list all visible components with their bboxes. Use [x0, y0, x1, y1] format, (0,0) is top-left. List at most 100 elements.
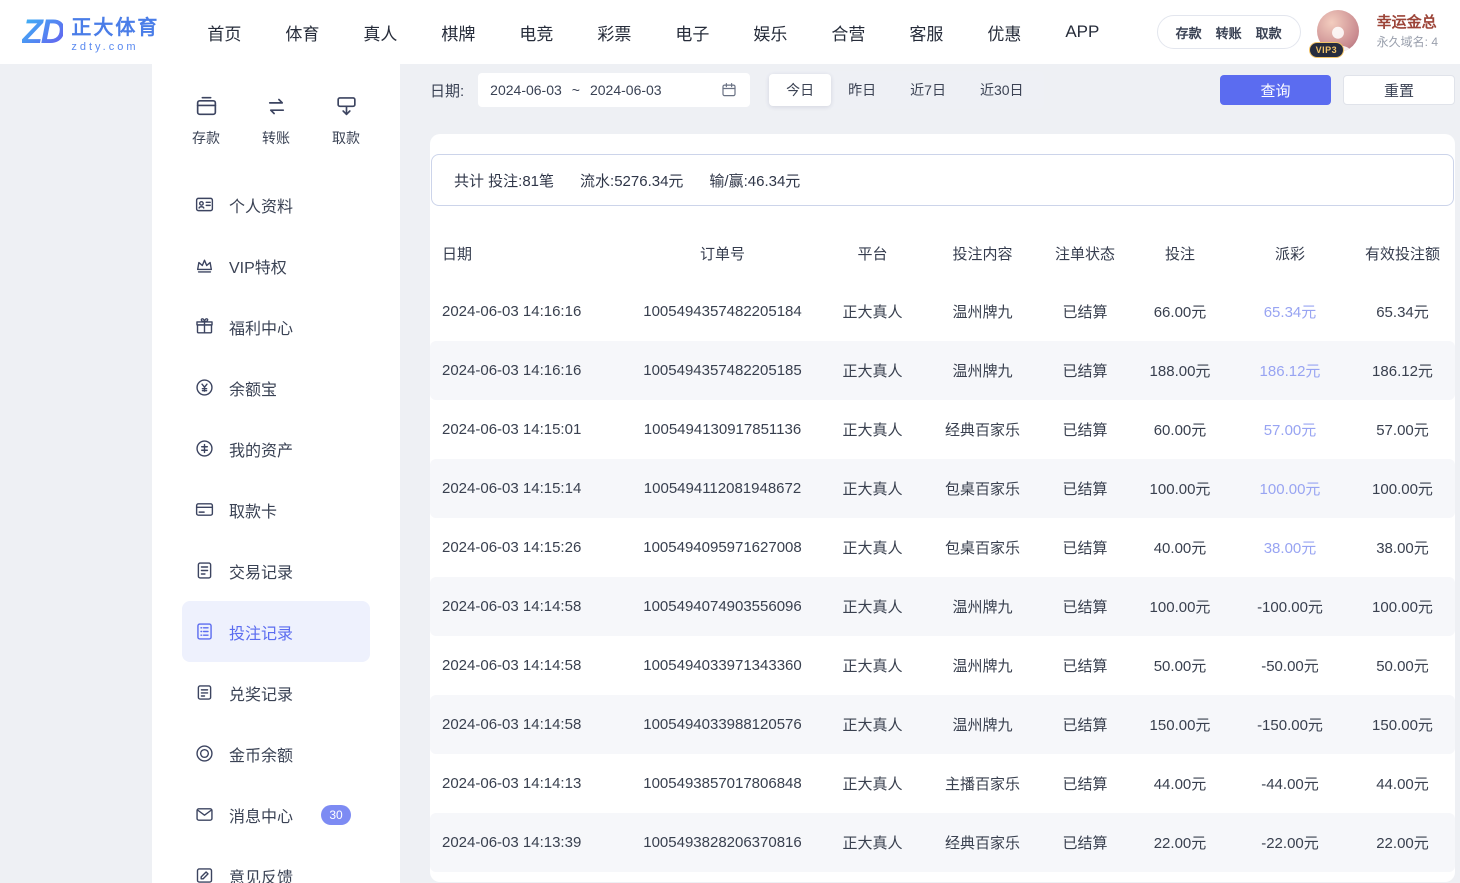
cell: 1005493857017806848	[625, 775, 820, 792]
table-row: 2024-06-03 14:16:161005494357482205185正大…	[430, 341, 1455, 400]
col-header-0: 日期	[430, 243, 625, 264]
nav-item-5[interactable]: 彩票	[597, 20, 631, 45]
cell: 65.34元	[1350, 301, 1455, 322]
cell: 100.00元	[1230, 478, 1350, 499]
withdraw-icon	[334, 94, 359, 119]
date-to[interactable]: 2024-06-03	[590, 82, 662, 98]
quick-action-0[interactable]: 存款	[192, 94, 220, 148]
wallet-action-0[interactable]: 存款	[1176, 23, 1202, 42]
range-tab-2[interactable]: 近7日	[893, 74, 963, 106]
sidebar-item-11[interactable]: 意见反馈	[182, 845, 370, 883]
sidebar-item-8[interactable]: 兑奖记录	[182, 662, 370, 723]
nav-item-3[interactable]: 棋牌	[441, 20, 475, 45]
cell: 44.00元	[1130, 773, 1230, 794]
cell: 1005494357482205184	[625, 303, 820, 320]
quick-action-2[interactable]: 取款	[332, 94, 360, 148]
brand-logo-icon: ZD	[22, 15, 63, 49]
wallet-action-1[interactable]: 转账	[1216, 23, 1242, 42]
cell: 100.00元	[1130, 478, 1230, 499]
reset-button[interactable]: 重置	[1343, 75, 1455, 105]
cell: 1005494357482205185	[625, 362, 820, 379]
cell: 66.00元	[1130, 301, 1230, 322]
cell: 22.00元	[1130, 832, 1230, 853]
unread-badge: 30	[321, 805, 351, 825]
bet-records-table: 日期订单号平台投注内容注单状态投注派彩有效投注额 2024-06-03 14:1…	[430, 224, 1455, 872]
quick-action-1[interactable]: 转账	[262, 94, 290, 148]
cell: 2024-06-03 14:16:16	[430, 362, 625, 379]
col-header-5: 投注	[1130, 243, 1230, 264]
nav-item-10[interactable]: 优惠	[987, 20, 1021, 45]
vip-badge: VIP3	[1309, 42, 1345, 58]
calendar-icon[interactable]	[720, 81, 738, 99]
nav-item-7[interactable]: 娱乐	[753, 20, 787, 45]
cell: 1005494074903556096	[625, 598, 820, 615]
bet-record-icon	[194, 621, 215, 642]
cell: 正大真人	[820, 832, 925, 853]
cell: 2024-06-03 14:16:16	[430, 303, 625, 320]
sidebar-item-5[interactable]: 取款卡	[182, 479, 370, 540]
cell: 2024-06-03 14:14:58	[430, 657, 625, 674]
sidebar-item-9[interactable]: 金币余额	[182, 723, 370, 784]
brand-logo[interactable]: ZD 正大体育 zdty.com	[22, 11, 159, 53]
nav-item-2[interactable]: 真人	[363, 20, 397, 45]
table-row: 2024-06-03 14:14:581005494074903556096正大…	[430, 577, 1455, 636]
coin-yuan-icon	[194, 377, 215, 398]
redeem-record-icon	[194, 682, 215, 703]
username: 幸运金总	[1377, 14, 1438, 33]
nav-item-4[interactable]: 电竞	[519, 20, 553, 45]
cell: 150.00元	[1350, 714, 1455, 735]
table-row: 2024-06-03 14:15:011005494130917851136正大…	[430, 400, 1455, 459]
cell: 经典百家乐	[925, 832, 1040, 853]
cell: 186.12元	[1230, 360, 1350, 381]
cell: 温州牌九	[925, 655, 1040, 676]
nav-item-9[interactable]: 客服	[909, 20, 943, 45]
cell: 经典百家乐	[925, 419, 1040, 440]
cell: 44.00元	[1350, 773, 1455, 794]
cell: 正大真人	[820, 419, 925, 440]
cell: -22.00元	[1230, 832, 1350, 853]
sidebar-item-3[interactable]: 余额宝	[182, 357, 370, 418]
date-from[interactable]: 2024-06-03	[490, 82, 562, 98]
assets-icon	[194, 438, 215, 459]
range-tab-1[interactable]: 昨日	[831, 74, 893, 106]
cell: 2024-06-03 14:14:58	[430, 716, 625, 733]
range-tab-0[interactable]: 今日	[769, 74, 831, 106]
cell: -150.00元	[1230, 714, 1350, 735]
cell: 100.00元	[1350, 596, 1455, 617]
col-header-3: 投注内容	[925, 243, 1040, 264]
id-card-icon	[194, 194, 215, 215]
nav-item-8[interactable]: 合营	[831, 20, 865, 45]
bank-card-icon	[194, 499, 215, 520]
filter-bar: 日期: 2024-06-03 ~ 2024-06-03 今日昨日近7日近30日 …	[430, 72, 1455, 108]
cell: 50.00元	[1350, 655, 1455, 676]
sidebar-item-2[interactable]: 福利中心	[182, 296, 370, 357]
nav-item-6[interactable]: 电子	[675, 20, 709, 45]
crown-icon	[194, 255, 215, 276]
wallet-action-2[interactable]: 取款	[1256, 23, 1282, 42]
cell: 温州牌九	[925, 714, 1040, 735]
col-header-4: 注单状态	[1040, 243, 1130, 264]
col-header-2: 平台	[820, 243, 925, 264]
nav-item-0[interactable]: 首页	[207, 20, 241, 45]
sidebar-item-0[interactable]: 个人资料	[182, 174, 370, 235]
nav-item-11[interactable]: APP	[1065, 22, 1099, 42]
range-tab-3[interactable]: 近30日	[963, 74, 1041, 106]
col-header-6: 派彩	[1230, 243, 1350, 264]
message-icon	[194, 804, 215, 825]
sidebar-item-1[interactable]: VIP特权	[182, 235, 370, 296]
date-range-tabs: 今日昨日近7日近30日	[766, 71, 1043, 109]
sidebar-item-7[interactable]: 投注记录	[182, 601, 370, 662]
cell: 已结算	[1040, 301, 1130, 322]
cell: 100.00元	[1130, 596, 1230, 617]
date-range-picker[interactable]: 2024-06-03 ~ 2024-06-03	[478, 73, 750, 107]
sidebar-item-6[interactable]: 交易记录	[182, 540, 370, 601]
cell: 150.00元	[1130, 714, 1230, 735]
sidebar-item-4[interactable]: 我的资产	[182, 418, 370, 479]
wallet-actions: 存款转账取款	[1157, 15, 1301, 49]
nav-item-1[interactable]: 体育	[285, 20, 319, 45]
cell: 65.34元	[1230, 301, 1350, 322]
col-header-1: 订单号	[625, 243, 820, 264]
cell: 正大真人	[820, 301, 925, 322]
search-button[interactable]: 查询	[1220, 75, 1331, 105]
sidebar-item-10[interactable]: 消息中心30	[182, 784, 370, 845]
